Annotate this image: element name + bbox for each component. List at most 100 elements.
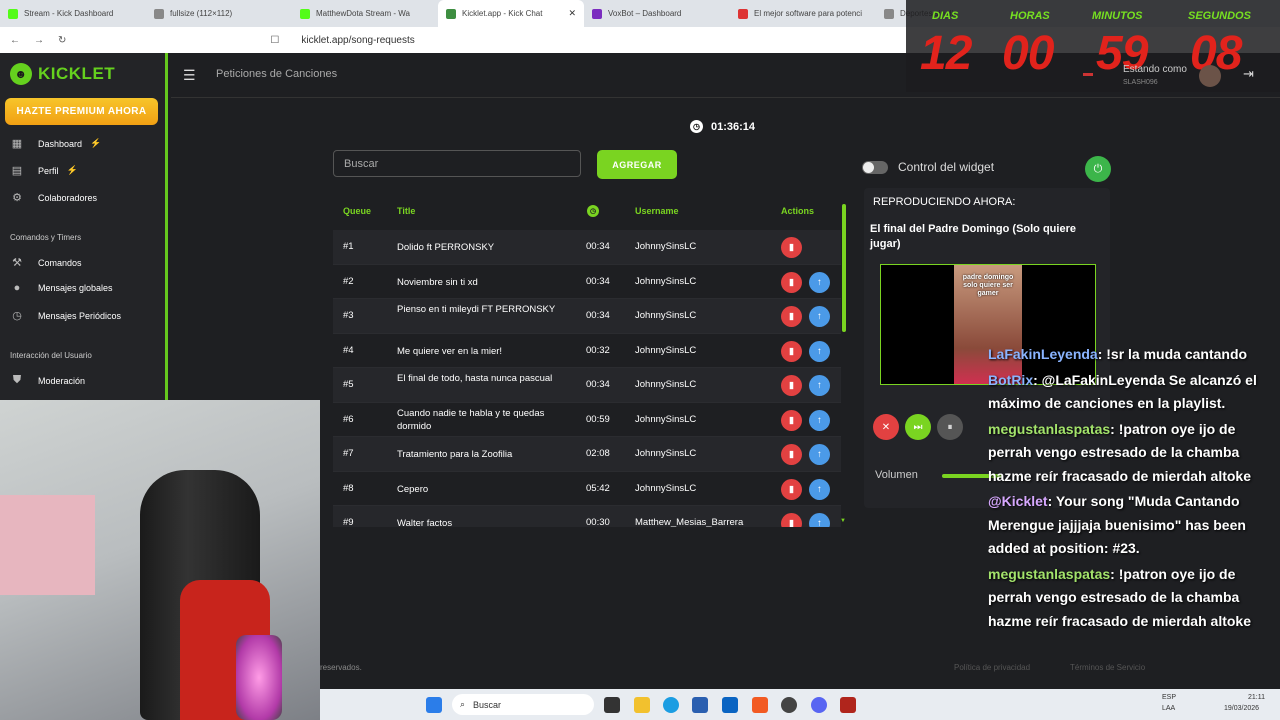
add-button[interactable]: AGREGAR xyxy=(597,150,677,179)
delete-button[interactable]: ▮ xyxy=(781,306,802,327)
browser-tab[interactable]: El mejor software para potenci xyxy=(730,0,876,27)
browser-tab[interactable]: VoxBot – Dashboard xyxy=(584,0,730,27)
scroll-down-arrow-icon[interactable]: ▼ xyxy=(840,518,846,524)
move-up-button[interactable]: ↑ xyxy=(809,340,830,362)
tray-date[interactable]: 19/03/2026 xyxy=(1224,705,1259,712)
row-duration: 00:34 xyxy=(586,241,610,252)
move-up-button[interactable]: ↑ xyxy=(809,375,830,396)
section-heading-interaction: Interacción del Usuario xyxy=(10,351,92,360)
trash-icon: ▮ xyxy=(788,449,795,460)
arrow-up-icon: ↑ xyxy=(817,311,822,322)
terms-link[interactable]: Términos de Servicio xyxy=(1070,663,1145,672)
move-up-button[interactable]: ↑ xyxy=(809,271,830,293)
delete-button[interactable]: ▮ xyxy=(781,271,802,293)
windows-start-icon[interactable] xyxy=(426,697,442,713)
url-field[interactable]: kicklet.app/song-requests xyxy=(301,35,414,46)
sidebar-item-label: Mensajes Periódicos xyxy=(38,310,122,321)
table-scrollbar[interactable] xyxy=(842,204,846,332)
avatar[interactable] xyxy=(1199,65,1221,87)
stop-button[interactable]: ✕ xyxy=(873,414,899,440)
sidebar-item-label: Perfil xyxy=(38,165,59,176)
table-row[interactable]: #4 Me quiere ver en la mier! 00:32 JohnnySi… xyxy=(333,334,841,368)
sidebar-item-mensajes-periódicos[interactable]: ◷ Mensajes Periódicos xyxy=(10,309,121,322)
browser-tab[interactable]: Kicklet.app - Kick Chat ✕ xyxy=(438,0,584,27)
tab-label: MatthewDota Stream - Wa xyxy=(316,9,410,18)
trash-icon: ▮ xyxy=(788,414,795,426)
move-up-button[interactable]: ↑ xyxy=(809,409,830,431)
power-button[interactable]: ⏻ xyxy=(1085,156,1111,182)
table-row[interactable]: #1 Dolido ft PERRONSKY 00:34 JohnnySinsLC ▮ xyxy=(333,230,841,265)
table-row[interactable]: #3 Pienso en ti mileydi FT PERRONSKY 00:34… xyxy=(333,299,841,334)
browser-tab[interactable]: MatthewDota Stream - Wa xyxy=(292,0,438,27)
delete-button[interactable]: ▮ xyxy=(781,375,802,396)
tray-time[interactable]: 21:11 xyxy=(1248,694,1265,701)
sidebar-item-label: Moderación xyxy=(38,375,86,386)
tray-lang1[interactable]: ESP xyxy=(1162,694,1176,701)
logout-icon[interactable]: ⇥ xyxy=(1243,66,1254,82)
tab-favicon-icon xyxy=(8,8,18,19)
search-input[interactable] xyxy=(333,150,581,177)
label-minutes: MINUTOS xyxy=(1092,10,1143,22)
discord-icon[interactable] xyxy=(811,697,827,713)
row-duration: 00:30 xyxy=(586,517,610,527)
bookmark-icon[interactable]: ☐ xyxy=(270,35,279,46)
arrow-up-icon: ↑ xyxy=(817,518,822,527)
edge-icon[interactable] xyxy=(663,697,679,713)
now-playing-song: El final del Padre Domingo (Solo quiere … xyxy=(870,223,1076,250)
file-explorer-icon[interactable] xyxy=(634,697,650,713)
table-row[interactable]: #5 El final de todo, hasta nunca pascual 0… xyxy=(333,368,841,403)
pause-button[interactable]: ⏸ xyxy=(937,414,963,440)
delete-button[interactable]: ▮ xyxy=(781,444,802,465)
sidebar-item-perfil[interactable]: ▤ Perfil ⚡ xyxy=(10,164,78,177)
row-username: JohnnySinsLC xyxy=(635,275,697,287)
tray-lang2[interactable]: LAA xyxy=(1162,705,1175,712)
sidebar-item-dashboard[interactable]: ▦ Dashboard ⚡ xyxy=(10,137,101,150)
menu-toggle-icon[interactable]: ☰ xyxy=(183,67,196,84)
volume-label: Volumen xyxy=(875,469,918,481)
webcam-lamp xyxy=(236,635,282,720)
browser-tab[interactable]: fullsize (112×112) xyxy=(146,0,292,27)
delete-button[interactable]: ▮ xyxy=(781,340,802,362)
chat-message: megustanlaspatas: !patron oye ijo de per… xyxy=(988,563,1278,634)
brave-icon[interactable] xyxy=(752,697,768,713)
taskbar-search[interactable]: ⌕ Buscar xyxy=(452,694,594,715)
outlook-icon[interactable] xyxy=(722,697,738,713)
sidebar-item-mensajes-globales[interactable]: ● Mensajes globales xyxy=(10,282,113,294)
delete-button[interactable]: ▮ xyxy=(781,478,802,500)
sidebar-item-colaboradores[interactable]: ⚙ Colaboradores xyxy=(10,191,97,204)
privacy-link[interactable]: Política de privacidad xyxy=(954,663,1030,672)
move-up-button[interactable]: ↑ xyxy=(809,444,830,465)
delete-button[interactable]: ▮ xyxy=(781,237,802,258)
dota-icon[interactable] xyxy=(840,697,856,713)
back-icon[interactable]: ← xyxy=(10,35,20,46)
delete-button[interactable]: ▮ xyxy=(781,409,802,431)
kicklet-logo[interactable]: ☻ KICKLET xyxy=(10,63,115,85)
skip-button[interactable]: ⏭ xyxy=(905,414,931,440)
table-row[interactable]: #7 Tratamiento para la Zoofilia 02:08 Johnn… xyxy=(333,437,841,472)
app-icon[interactable] xyxy=(781,697,797,713)
forward-icon[interactable]: → xyxy=(34,35,44,46)
browser-tab[interactable]: Stream - Kick Dashboard xyxy=(0,0,146,27)
delete-button[interactable]: ▮ xyxy=(781,513,802,527)
table-row[interactable]: #8 Cepero 05:42 JohnnySinsLC ▮ ↑ xyxy=(333,472,841,506)
trash-icon: ▮ xyxy=(788,242,795,253)
flag-icon[interactable]: ▬ xyxy=(1083,68,1093,79)
tab-close-icon[interactable]: ✕ xyxy=(568,8,576,19)
chat-username: megustanlaspatas xyxy=(988,565,1111,582)
sidebar-item-comandos[interactable]: ⚒ Comandos xyxy=(10,256,81,269)
stream-countdown-overlay: DIAS HORAS MINUTOS SEGUNDOS 12 00 59 08 xyxy=(906,0,1280,92)
chat-overlay: LaFakinLeyenda: !sr la muda cantando BotR… xyxy=(988,343,1278,693)
store-icon[interactable] xyxy=(692,697,708,713)
table-row[interactable]: #6 Cuando nadie te habla y te quedas dorm… xyxy=(333,403,841,437)
task-view-icon[interactable] xyxy=(604,697,620,713)
move-up-button[interactable]: ↑ xyxy=(809,478,830,500)
reload-icon[interactable]: ↻ xyxy=(58,35,66,46)
premium-button[interactable]: HAZTE PREMIUM AHORA xyxy=(5,98,158,125)
sidebar-item-moderación[interactable]: ⛊ Moderación xyxy=(10,374,85,387)
move-up-button[interactable]: ↑ xyxy=(809,513,830,527)
table-row[interactable]: #2 Noviembre sin ti xd 00:34 JohnnySinsLC ▮ ↑ xyxy=(333,265,841,299)
widget-control[interactable]: Control del widget xyxy=(862,160,994,174)
widget-toggle[interactable] xyxy=(862,160,888,174)
table-row[interactable]: #9 Walter factos 00:30 Matthew_Mesias_Barre… xyxy=(333,506,841,527)
move-up-button[interactable]: ↑ xyxy=(809,306,830,327)
